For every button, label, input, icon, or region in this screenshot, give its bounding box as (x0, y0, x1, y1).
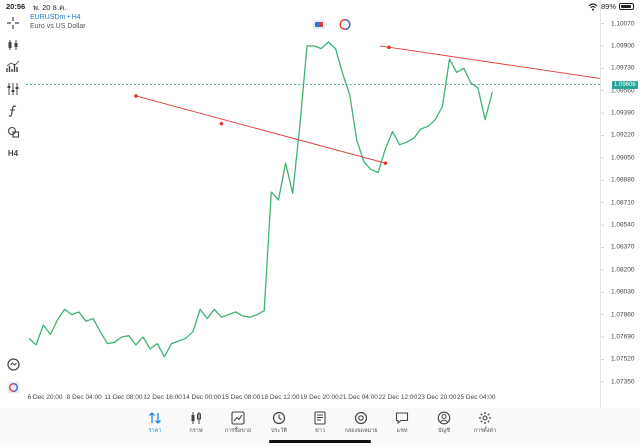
price-chart[interactable] (0, 0, 640, 408)
price-tick-label: 1.10070 (611, 20, 635, 28)
nav-item-trade[interactable]: การซื้อขาย (216, 411, 260, 435)
function-icon[interactable] (5, 103, 21, 119)
nav-label: ราคา (148, 428, 162, 434)
price-tick-label: 1.08030 (611, 288, 635, 296)
nav-item-quotes[interactable]: ราคา (133, 411, 177, 435)
time-tick-label: 11 Dec 08:00 (104, 394, 143, 401)
price-tick-label: 1.08880 (611, 176, 635, 184)
nav-item-news[interactable]: ข่าว (298, 411, 342, 435)
levels-icon[interactable] (5, 81, 21, 97)
trendline-anchor[interactable] (387, 45, 391, 50)
trendline-anchor[interactable] (134, 94, 138, 98)
chart-icon (191, 412, 201, 424)
nav-item-chat[interactable]: แชท (380, 411, 424, 435)
trendline[interactable] (135, 95, 386, 164)
nav-item-history[interactable]: ประวัติ (257, 411, 301, 435)
trading-signals-icon[interactable] (5, 379, 21, 395)
time-tick-label: 19 Dec 20:00 (300, 394, 339, 401)
price-tick-label: 1.07690 (611, 333, 635, 341)
time-tick-label: 15 Dec 08:00 (221, 394, 261, 401)
price-tick-label: 1.07860 (611, 311, 635, 319)
time-tick-label: 21 Dec 04:00 (339, 394, 378, 401)
nav-label: การตั้งค่า (473, 428, 497, 434)
settings-icon (479, 412, 491, 424)
nav-label: แชท (396, 428, 408, 434)
price-tick-label: 1.08370 (611, 243, 635, 251)
symbol-title[interactable]: EURUSDm • H4 (30, 14, 81, 21)
indicator-icon[interactable] (5, 59, 21, 75)
trendline[interactable] (379, 45, 601, 79)
price-tick-label: 1.09050 (611, 154, 635, 162)
home-indicator[interactable] (269, 440, 371, 443)
timeframe-button[interactable]: H4 (5, 145, 21, 161)
current-price-label: 1.09606 (612, 80, 638, 89)
one-click-trading-icon[interactable] (339, 19, 351, 31)
time-tick-label: 18 Dec 12:00 (260, 394, 300, 401)
time-tick-label: 23 Dec 20:00 (417, 394, 457, 401)
price-series-line (28, 41, 493, 358)
price-scale[interactable]: 1.10070 1.09900 1.09730 1.09560 1.09390 1.092… (600, 0, 640, 408)
price-tick-label: 1.07350 (611, 378, 635, 386)
candles-icon[interactable] (5, 37, 21, 53)
trendline-anchor[interactable] (219, 121, 224, 126)
time-tick-label: 14 Dec 00:00 (182, 394, 222, 401)
chat-icon (395, 412, 409, 425)
nav-item-settings[interactable]: การตั้งค่า (463, 411, 507, 435)
price-tick-label: 1.07520 (611, 355, 635, 363)
news-icon (314, 411, 326, 425)
time-tick-label: 8 Dec 04:00 (66, 394, 102, 401)
nav-label: การซื้อขาย (224, 428, 252, 434)
quotes-icon (149, 412, 161, 424)
price-tick-label: 1.09220 (611, 131, 635, 139)
nav-label: ข่าว (315, 428, 325, 434)
alert-icon[interactable] (5, 356, 21, 372)
price-tick-label: 1.08200 (611, 266, 635, 274)
price-tick-label: 1.09390 (611, 109, 635, 117)
trendline-anchor[interactable] (383, 161, 388, 165)
nav-item-chart[interactable]: กราฟ (174, 411, 218, 435)
trade-icon (231, 411, 245, 425)
price-tick-label: 1.08540 (611, 221, 635, 229)
timeframe-label: H4 (7, 148, 19, 158)
nav-item-mailbox[interactable]: กล่องจดหมาย (339, 411, 383, 435)
price-tick-label: 1.09900 (611, 42, 635, 50)
sell-buy-indicator[interactable] (313, 20, 325, 29)
time-tick-label: 22 Dec 12:00 (378, 394, 418, 401)
nav-label: บัญชี (438, 428, 450, 434)
crosshair-icon[interactable] (5, 15, 21, 31)
time-tick-label: 12 Dec 16:00 (143, 394, 182, 401)
account-icon (437, 411, 451, 425)
mailbox-icon (354, 411, 368, 425)
nav-label: ประวัติ (270, 428, 288, 434)
left-toolbar: H4 (0, 13, 26, 408)
symbol-description: Euro vs US Dollar (30, 23, 86, 30)
time-tick-label: 6 Dec 20:00 (27, 394, 63, 401)
nav-label: กราฟ (189, 428, 203, 434)
time-axis[interactable]: 6 Dec 20:00 8 Dec 04:00 11 Dec 08:00 12 Dec… (26, 391, 600, 408)
time-tick-label: 25 Dec 04:00 (456, 394, 496, 401)
nav-item-account[interactable]: บัญชี (422, 411, 466, 435)
shapes-icon[interactable] (5, 124, 21, 140)
nav-label: กล่องจดหมาย (344, 428, 378, 434)
price-tick-label: 1.08710 (611, 199, 635, 207)
price-tick-label: 1.09730 (611, 64, 635, 72)
history-icon (272, 411, 286, 425)
